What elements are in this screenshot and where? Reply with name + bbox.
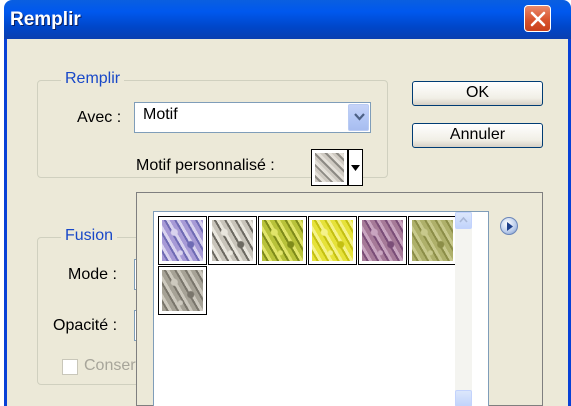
chevron-up-icon: [459, 217, 468, 223]
ok-button[interactable]: OK: [412, 81, 543, 106]
pattern-texture: [312, 220, 353, 261]
blend-group-legend: Fusion: [61, 227, 118, 245]
scroll-up-button[interactable]: [455, 212, 472, 229]
selected-pattern-preview: [315, 153, 344, 182]
pattern-picker-popup: [136, 192, 543, 406]
with-select-value: Motif: [143, 106, 178, 123]
pattern-swatch-olive-moss[interactable]: [408, 216, 457, 265]
chevron-down-icon: [354, 113, 365, 121]
with-select-arrow[interactable]: [348, 104, 369, 131]
title-bar[interactable]: Remplir: [4, 0, 571, 39]
custom-pattern-label: Motif personnalisé :: [136, 157, 275, 174]
pattern-swatch-purple-flowers[interactable]: [158, 216, 207, 265]
with-label: Avec :: [77, 109, 122, 126]
pattern-scrollbar[interactable]: [455, 212, 472, 406]
opacity-label: Opacité :: [53, 317, 118, 334]
mode-label: Mode :: [68, 266, 117, 283]
pattern-swatch-yellow-blossom[interactable]: [308, 216, 357, 265]
preserve-transparency-label: Conserv: [84, 357, 144, 374]
flyout-arrow-icon: [507, 222, 513, 231]
with-select[interactable]: Motif: [134, 102, 371, 133]
scroll-down-button[interactable]: [455, 390, 472, 406]
pattern-texture: [262, 220, 303, 261]
close-icon: [530, 11, 546, 27]
triangle-down-icon: [351, 165, 360, 171]
cancel-button[interactable]: Annuler: [412, 123, 543, 148]
pattern-texture: [162, 270, 203, 311]
dialog-title: Remplir: [10, 9, 81, 30]
pattern-grid: [153, 211, 489, 406]
preserve-transparency-checkbox[interactable]: [62, 359, 78, 375]
custom-pattern-dropdown[interactable]: [348, 149, 363, 186]
pattern-texture: [412, 220, 453, 261]
pattern-texture: [362, 220, 403, 261]
pattern-swatch-gray-granite[interactable]: [208, 216, 257, 265]
pattern-swatch-green-yellow[interactable]: [258, 216, 307, 265]
picker-menu-button[interactable]: [500, 217, 518, 235]
pattern-texture: [212, 220, 253, 261]
pattern-swatch-pink-purple[interactable]: [358, 216, 407, 265]
close-button[interactable]: [524, 5, 551, 32]
pattern-swatch-gray-stone[interactable]: [158, 266, 207, 315]
custom-pattern-swatch[interactable]: [311, 149, 348, 186]
fill-group-legend: Remplir: [61, 70, 125, 88]
pattern-texture: [162, 220, 203, 261]
